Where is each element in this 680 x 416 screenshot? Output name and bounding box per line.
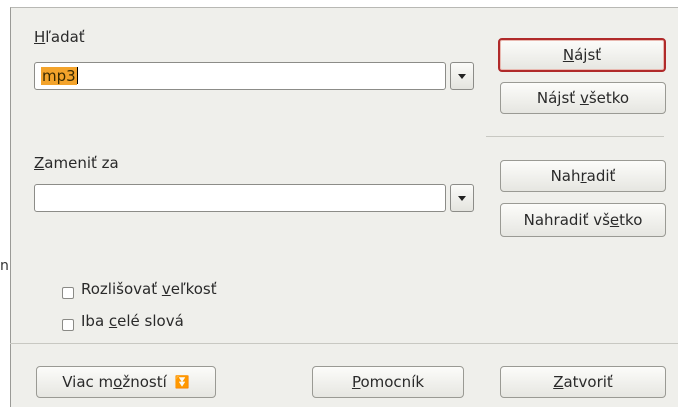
replace-button-label: Nahradiť (550, 167, 616, 185)
find-input-value: mp3 (41, 67, 77, 85)
find-label-rest: ľadať (45, 28, 85, 46)
find-input-text: mp3 (41, 67, 78, 85)
bottom-separator (10, 343, 678, 344)
match-case-checkbox[interactable] (62, 287, 74, 299)
expand-arrows-icon: ⏬ (174, 375, 190, 389)
find-all-button[interactable]: Nájsť všetko (500, 82, 666, 114)
match-case-label[interactable]: Rozlišovať veľkosť (81, 280, 217, 298)
find-button[interactable]: Nájsť (498, 38, 666, 72)
find-label-mnemonic: H (34, 28, 46, 46)
replace-dropdown-button[interactable] (450, 184, 474, 212)
whole-words-label[interactable]: Iba celé slová (81, 312, 184, 330)
more-options-button[interactable]: Viac možností ⏬ (36, 366, 216, 398)
find-label: Hľadať (34, 28, 85, 46)
replace-button[interactable]: Nahradiť (500, 160, 666, 192)
find-input[interactable]: mp3 (34, 62, 446, 90)
help-button[interactable]: Pomocník (312, 366, 464, 398)
replace-input[interactable] (34, 184, 446, 212)
chevron-down-icon (458, 74, 466, 79)
replace-all-button[interactable]: Nahradiť všetko (500, 203, 666, 237)
text-caret (76, 67, 78, 84)
whole-words-checkbox[interactable] (62, 319, 74, 331)
help-button-label: Pomocník (351, 373, 425, 391)
find-button-label: Nájsť (562, 46, 602, 64)
replace-label-mnemonic: Z (34, 154, 45, 172)
chevron-down-icon (458, 196, 466, 201)
separator (486, 136, 664, 137)
find-dropdown-button[interactable] (450, 62, 474, 90)
find-all-button-label: Nájsť všetko (536, 89, 630, 107)
replace-label-rest: ameniť za (44, 154, 119, 172)
stray-text: n (0, 258, 9, 274)
replace-all-button-label: Nahradiť všetko (523, 211, 643, 229)
close-button-label: Zatvoriť (553, 373, 613, 391)
close-button[interactable]: Zatvoriť (500, 366, 666, 398)
replace-label: Zameniť za (34, 154, 119, 172)
more-options-label: Viac možností (62, 373, 167, 391)
